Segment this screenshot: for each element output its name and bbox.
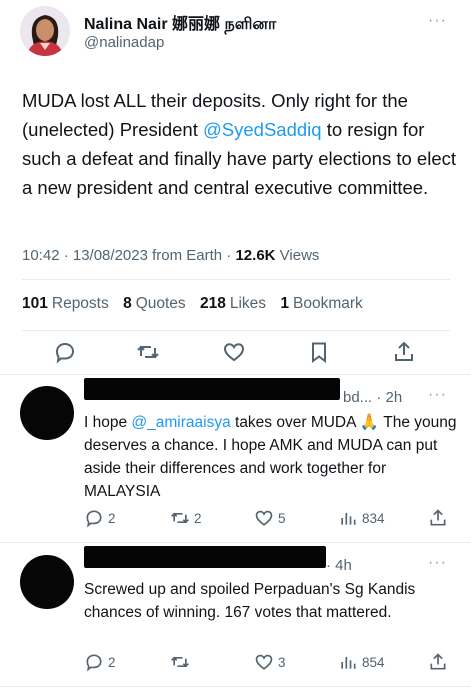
- views-label: Views: [275, 247, 320, 264]
- like-action[interactable]: 5: [254, 508, 286, 528]
- reply-action[interactable]: 2: [84, 652, 116, 672]
- reply-text-part: I hope: [84, 414, 132, 431]
- mention-link[interactable]: @SyedSaddiq: [203, 119, 322, 140]
- reply-text: I hope @_amiraaisya takes over MUDA 🙏 Th…: [84, 411, 459, 503]
- reply-icon[interactable]: [53, 340, 77, 364]
- bookmarks-stat[interactable]: 1 Bookmark: [280, 295, 362, 312]
- views-action[interactable]: 854: [338, 652, 385, 672]
- divider: [22, 330, 450, 331]
- redacted-username: [84, 546, 326, 568]
- author-handle[interactable]: @nalinadap: [84, 34, 164, 51]
- views-icon: [341, 657, 356, 669]
- bookmarks-label: Bookmark: [292, 295, 363, 312]
- divider: [0, 374, 471, 375]
- view-count: 854: [362, 654, 385, 670]
- like-icon[interactable]: [222, 340, 246, 364]
- reply-avatar[interactable]: [20, 555, 74, 609]
- bookmarks-count: 1: [280, 295, 289, 312]
- more-options-icon[interactable]: ···: [428, 386, 447, 404]
- more-options-icon[interactable]: ···: [428, 554, 447, 572]
- reposts-count: 101: [22, 295, 48, 312]
- repost-icon: [171, 512, 189, 524]
- bookmark-icon[interactable]: [307, 340, 331, 364]
- views-count: 12.6K: [235, 247, 276, 264]
- share-icon[interactable]: [392, 340, 416, 364]
- reply-time[interactable]: bd... · 2h: [343, 389, 402, 406]
- more-options-icon[interactable]: ···: [428, 12, 447, 30]
- views-action[interactable]: 834: [338, 508, 385, 528]
- like-icon: [255, 510, 273, 526]
- reply-icon: [86, 654, 102, 672]
- quotes-stat[interactable]: 8 Quotes: [123, 295, 186, 312]
- author-avatar[interactable]: [20, 6, 70, 56]
- author-name[interactable]: Nalina Nair 娜丽娜 நளினா: [84, 10, 276, 35]
- view-count: 834: [362, 510, 385, 526]
- tweet-stats: 101 Reposts 8 Quotes 218 Likes 1 Bookmark: [22, 295, 363, 313]
- reply-time[interactable]: · 4h: [326, 557, 352, 574]
- quotes-count: 8: [123, 295, 132, 312]
- reposts-label: Reposts: [51, 295, 109, 312]
- mention-link[interactable]: @_amiraaisya: [131, 414, 230, 431]
- share-icon[interactable]: [428, 508, 448, 528]
- reply-count: 2: [108, 654, 116, 670]
- likes-count: 218: [199, 295, 226, 312]
- redacted-username: [84, 378, 340, 400]
- repost-count: 2: [194, 510, 202, 526]
- reply-icon: [86, 510, 102, 528]
- like-count: 5: [278, 510, 286, 526]
- like-action[interactable]: 3: [254, 652, 286, 672]
- repost-action[interactable]: [170, 652, 194, 672]
- share-icon[interactable]: [428, 652, 448, 672]
- reply-count: 2: [108, 510, 116, 526]
- repost-action[interactable]: 2: [170, 508, 202, 528]
- divider: [0, 686, 471, 687]
- divider: [22, 279, 450, 280]
- like-icon: [255, 654, 273, 670]
- reply-action[interactable]: 2: [84, 508, 116, 528]
- repost-icon: [171, 656, 189, 668]
- likes-label: Likes: [229, 295, 267, 312]
- like-count: 3: [278, 654, 286, 670]
- repost-icon[interactable]: [136, 340, 160, 364]
- divider: [0, 542, 471, 543]
- reposts-stat[interactable]: 101 Reposts: [22, 295, 109, 312]
- reply-avatar[interactable]: [20, 386, 74, 440]
- likes-stat[interactable]: 218 Likes: [200, 295, 266, 312]
- tweet-meta: 10:42 · 13/08/2023 from Earth · 12.6K Vi…: [22, 247, 319, 264]
- views-icon: [341, 513, 356, 525]
- quotes-label: Quotes: [135, 295, 186, 312]
- reply-text: Screwed up and spoiled Perpaduan's Sg Ka…: [84, 581, 416, 621]
- timestamp[interactable]: 10:42 · 13/08/2023 from Earth ·: [22, 247, 235, 264]
- tweet-text: MUDA lost ALL their deposits. Only right…: [22, 86, 462, 202]
